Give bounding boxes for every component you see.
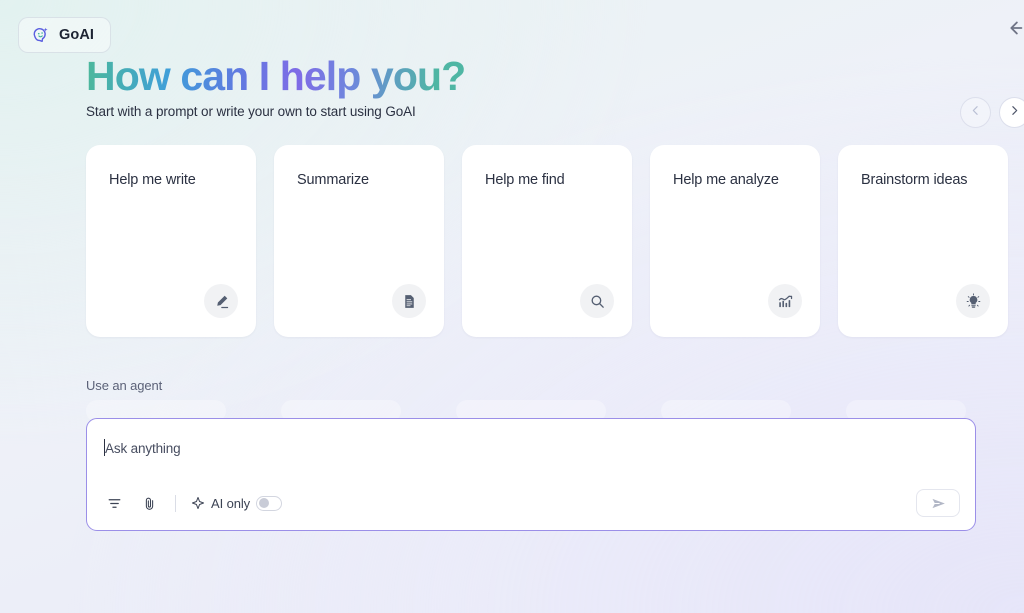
ai-only-switch[interactable] [256,495,283,511]
brand-name: GoAI [59,27,95,43]
prompt-card-title: Help me analyze [673,172,779,188]
use-an-agent-label: Use an agent [86,378,163,393]
prompt-card-title: Brainstorm ideas [861,172,968,188]
search-icon [580,284,614,318]
arrow-left-collapse-icon[interactable] [1004,17,1024,39]
send-paper-plane-icon [930,495,947,512]
prompt-card-title: Summarize [297,172,369,188]
sparkle-icon [191,496,205,510]
brand-chip[interactable]: GoAI [18,17,112,53]
prompt-card-title: Help me find [485,172,565,188]
ai-only-toggle-group[interactable]: AI only [191,495,283,511]
filter-sliders-icon[interactable] [103,492,125,514]
page-title: How can I help you? [86,53,466,99]
bar-chart-trend-icon [768,284,802,318]
paperclip-icon[interactable] [138,492,160,514]
carousel-prev-button[interactable] [960,97,991,128]
prompt-card-brainstorm-ideas[interactable]: Brainstorm ideas [838,145,1008,337]
composer-toolbar: AI only [103,490,283,516]
prompt-card-list: Help me write Summarize Help me find Hel… [86,145,1008,337]
page-subtitle: Start with a prompt or write your own to… [86,104,416,119]
prompt-card-help-me-find[interactable]: Help me find [462,145,632,337]
ai-only-label: AI only [211,495,251,511]
send-button[interactable] [916,489,960,517]
lightbulb-icon [956,284,990,318]
chevron-right-icon [1008,104,1021,122]
composer[interactable]: Ask anything AI only [86,418,976,531]
toolbar-divider [175,494,176,512]
prompt-card-help-me-analyze[interactable]: Help me analyze [650,145,820,337]
carousel-nav [960,97,1024,128]
chat-bubble-sparkle-icon [31,25,51,45]
prompt-card-summarize[interactable]: Summarize [274,145,444,337]
switch-knob [258,498,269,508]
document-icon [392,284,426,318]
pencil-icon [204,284,238,318]
chevron-left-icon [969,104,982,122]
composer-placeholder: Ask anything [105,441,181,456]
carousel-next-button[interactable] [999,97,1024,128]
prompt-card-title: Help me write [109,172,196,188]
prompt-card-help-me-write[interactable]: Help me write [86,145,256,337]
